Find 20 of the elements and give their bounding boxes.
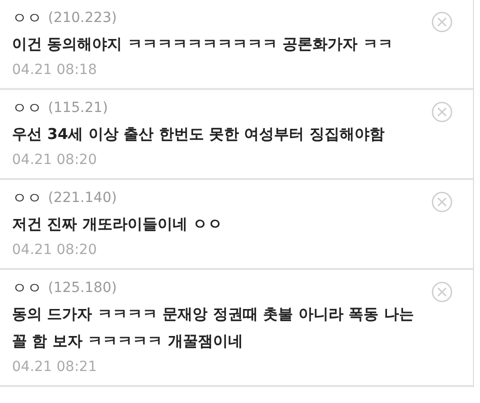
comment-time: 04.21 08:18 xyxy=(12,61,98,80)
comment-time: 04.21 08:20 xyxy=(12,151,98,170)
ip-address: (210.223) xyxy=(48,9,117,28)
commenter-name: ㅇㅇ xyxy=(12,98,42,119)
commenter-name: ㅇㅇ xyxy=(12,8,42,29)
ip-address: (221.140) xyxy=(48,189,117,208)
comment-text: 우선 34세 이상 출산 한번도 못한 여성부터 징집해야함 xyxy=(12,124,386,145)
commenter-name: ㅇㅇ xyxy=(12,278,42,299)
ip-address: (115.21) xyxy=(48,99,108,118)
ip-address: (125.180) xyxy=(48,279,117,298)
delete-icon[interactable] xyxy=(431,281,453,303)
comment-text: 동의 드가자 ㅋㅋㅋㅋ 문재앙 정권때 촛불 아니라 폭동 나는 꼴 함 보자 ㅋㅋㅋㅋㅋ 개꿀잼이네 xyxy=(12,304,415,352)
comment-text: 저건 진짜 개또라이들이네 ㅇㅇ xyxy=(12,214,224,235)
comment-time: 04.21 08:21 xyxy=(12,358,98,377)
comment-time: 04.21 08:20 xyxy=(12,241,98,260)
delete-icon[interactable] xyxy=(431,101,453,123)
commenter-name: ㅇㅇ xyxy=(12,188,42,209)
delete-icon[interactable] xyxy=(431,191,453,213)
delete-icon[interactable] xyxy=(431,11,453,33)
comment-text: 이건 동의해야지 ㅋㅋㅋㅋㅋㅋㅋㅋㅋㅋ 공론화가자 ㅋㅋ xyxy=(12,34,394,55)
